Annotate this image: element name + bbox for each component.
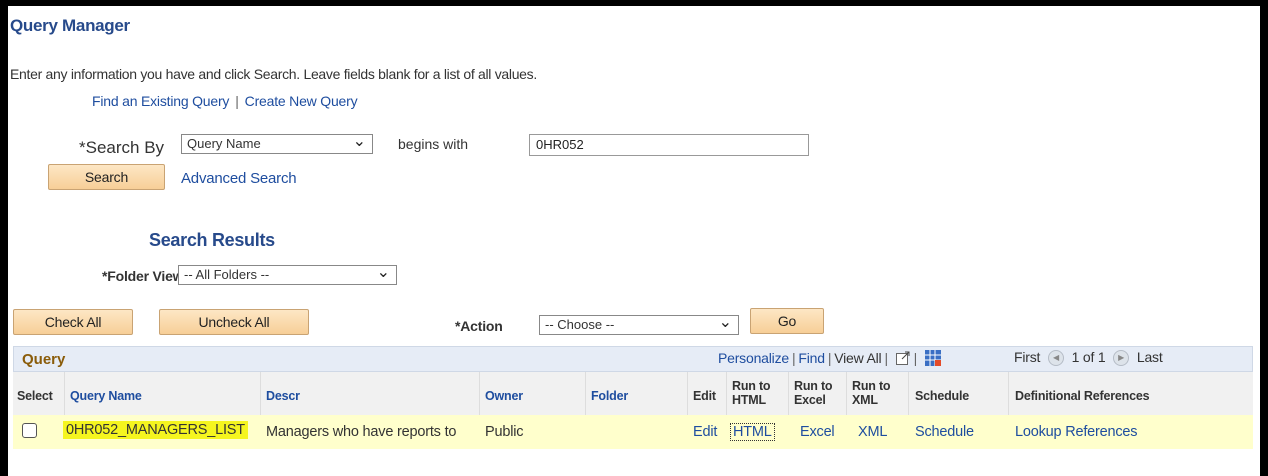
lookup-references-link[interactable]: Lookup References <box>1015 424 1138 440</box>
last-label: Last <box>1136 349 1163 365</box>
row-select-checkbox[interactable] <box>22 423 37 438</box>
col-run-excel-line1: Run to <box>794 379 833 393</box>
col-schedule: Schedule <box>915 389 969 403</box>
download-grid-icon[interactable] <box>924 349 942 370</box>
instructions-text: Enter any information you have and click… <box>10 66 537 82</box>
page-info: 1 of 1 <box>1071 349 1106 365</box>
advanced-search-link[interactable]: Advanced Search <box>181 170 297 187</box>
table-row: 0HR052_MANAGERS_LIST Managers who have r… <box>13 415 1253 449</box>
query-name-value[interactable]: 0HR052_MANAGERS_LIST <box>63 421 248 439</box>
col-descr[interactable]: Descr <box>266 389 300 403</box>
chevron-down-icon: ⌄ <box>376 264 390 281</box>
col-folder[interactable]: Folder <box>591 389 628 403</box>
search-by-label: *Search By <box>79 138 165 157</box>
run-html-cell: HTML <box>730 423 775 441</box>
edit-link[interactable]: Edit <box>693 424 717 440</box>
run-excel-link[interactable]: Excel <box>800 424 835 440</box>
col-edit: Edit <box>693 389 716 403</box>
toolbar-separator: | <box>827 350 832 367</box>
col-definitional-references: Definitional References <box>1015 389 1150 403</box>
column-divider <box>479 372 480 415</box>
column-divider <box>908 372 909 415</box>
personalize-link[interactable]: Personalize <box>718 350 789 366</box>
column-divider <box>687 372 688 415</box>
col-run-html-line2: HTML <box>732 393 766 407</box>
toolbar-separator: | <box>791 350 796 367</box>
new-window-icon[interactable] <box>895 350 911 369</box>
chevron-down-icon: ⌄ <box>352 133 366 150</box>
query-name-cell: 0HR052_MANAGERS_LIST <box>63 421 248 439</box>
nav-separator: | <box>235 93 239 109</box>
pagination: First ◀ 1 of 1 ▶ Last <box>1014 349 1163 367</box>
search-value-input[interactable]: 0HR052 <box>529 134 809 156</box>
next-arrow-icon[interactable]: ▶ <box>1113 350 1130 367</box>
schedule-link[interactable]: Schedule <box>915 424 974 440</box>
folder-view-select[interactable]: -- All Folders -- ⌄ <box>178 264 397 285</box>
column-divider <box>260 372 261 415</box>
previous-arrow-icon[interactable]: ◀ <box>1047 350 1064 367</box>
action-label: *Action <box>455 318 503 334</box>
descr-cell: Managers who have reports to <box>266 424 457 440</box>
search-by-value: Query Name <box>187 136 261 151</box>
column-divider <box>846 372 847 415</box>
folder-view-label: *Folder View <box>102 268 184 284</box>
chevron-down-icon: ⌄ <box>718 314 732 331</box>
go-button[interactable]: Go <box>750 308 824 334</box>
grid-header: Query Personalize | Find | View All | | First… <box>13 346 1253 372</box>
col-select: Select <box>17 389 53 403</box>
col-run-xml: Run to XML <box>852 379 891 407</box>
action-value: -- Choose -- <box>545 317 615 332</box>
col-owner[interactable]: Owner <box>485 389 523 403</box>
run-html-link[interactable]: HTML <box>730 423 775 441</box>
toolbar-separator: | <box>884 350 888 367</box>
uncheck-all-button[interactable]: Uncheck All <box>159 309 309 335</box>
search-results-title: Search Results <box>149 230 275 250</box>
search-operator-label: begins with <box>398 136 469 152</box>
column-divider <box>726 372 727 415</box>
column-divider <box>585 372 586 415</box>
first-label: First <box>1014 349 1041 365</box>
view-all-link[interactable]: View All <box>834 350 881 366</box>
col-query-name[interactable]: Query Name <box>70 389 142 403</box>
find-link[interactable]: Find <box>798 350 825 366</box>
action-select[interactable]: -- Choose -- ⌄ <box>539 314 739 335</box>
column-divider <box>1008 372 1009 415</box>
query-nav-links: Find an Existing Query | Create New Query <box>92 93 358 109</box>
find-existing-query-link[interactable]: Find an Existing Query <box>92 93 229 109</box>
col-run-xml-line2: XML <box>852 393 878 407</box>
create-new-query-link[interactable]: Create New Query <box>245 93 358 109</box>
col-run-xml-line1: Run to <box>852 379 891 393</box>
folder-view-value: -- All Folders -- <box>184 267 270 282</box>
page-title: Query Manager <box>10 16 130 35</box>
col-run-html: Run to HTML <box>732 379 771 407</box>
owner-cell: Public <box>485 424 524 440</box>
grid-toolbar: Personalize | Find | View All | | <box>718 349 942 370</box>
column-divider <box>64 372 65 415</box>
col-run-excel-line2: Excel <box>794 393 826 407</box>
column-divider <box>788 372 789 415</box>
toolbar-separator: | <box>913 350 918 367</box>
search-button[interactable]: Search <box>48 164 165 190</box>
run-xml-link[interactable]: XML <box>858 424 887 440</box>
col-run-html-line1: Run to <box>732 379 771 393</box>
search-by-select[interactable]: Query Name ⌄ <box>181 133 373 154</box>
col-run-excel: Run to Excel <box>794 379 833 407</box>
grid-column-headers: Select Query Name Descr Owner Folder Edi… <box>13 372 1253 416</box>
grid-title: Query <box>22 351 66 368</box>
check-all-button[interactable]: Check All <box>13 309 133 335</box>
query-manager-page: Query Manager Enter any information you … <box>8 6 1260 476</box>
